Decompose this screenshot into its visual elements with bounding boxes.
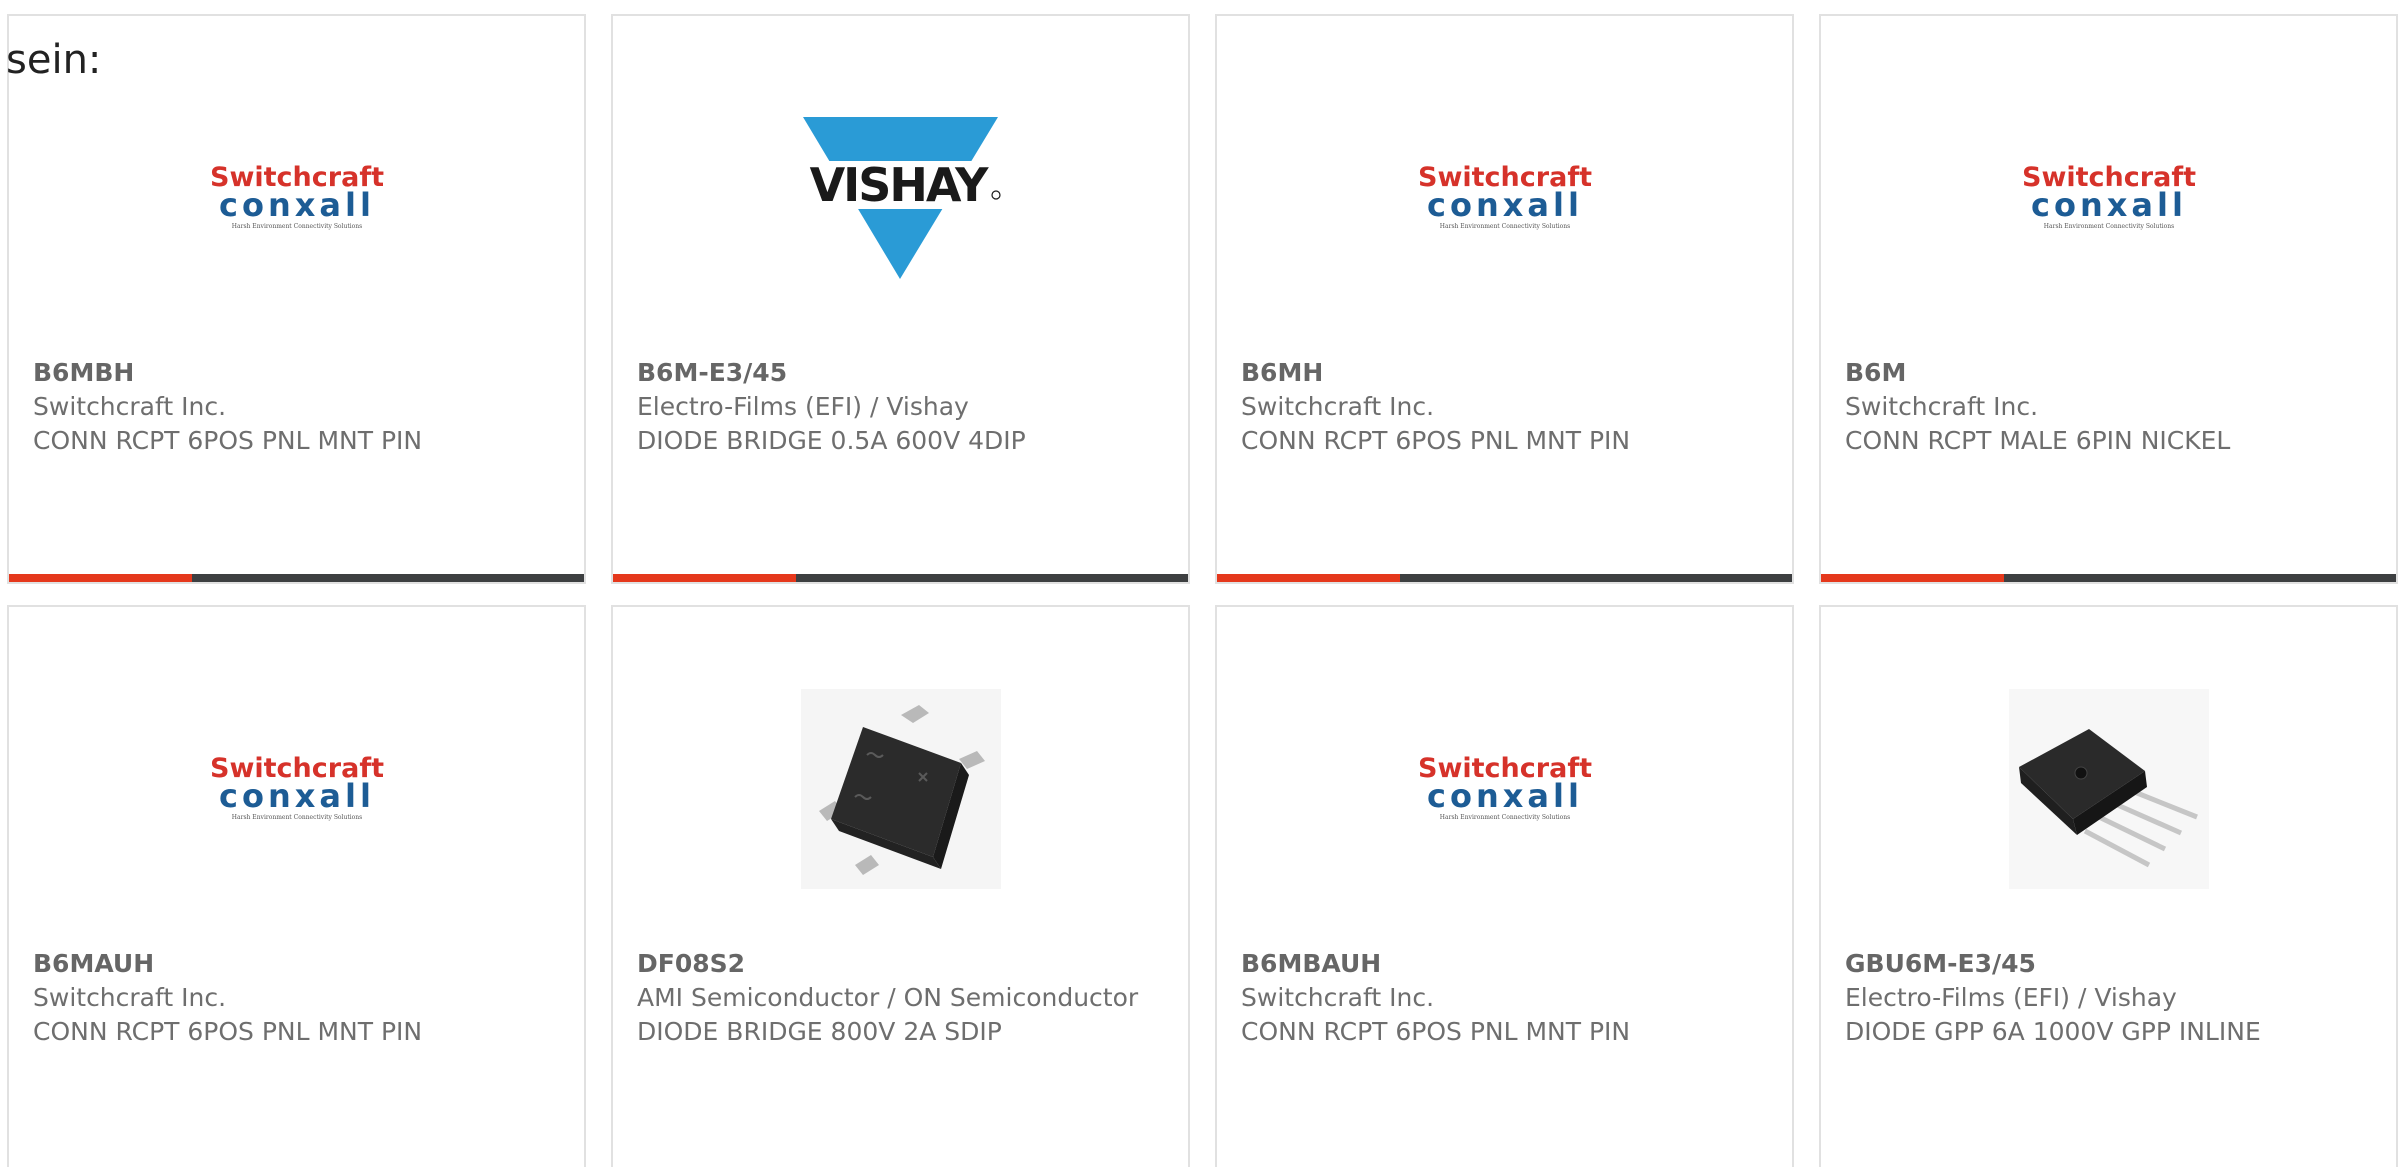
card-accent-bar (1821, 574, 2004, 582)
product-card[interactable]: Switchcraft conxall Harsh Environment Co… (7, 605, 586, 1167)
card-bottom-bar (613, 574, 1188, 582)
product-info: B6MBH Switchcraft Inc. CONN RCPT 6POS PN… (33, 356, 560, 458)
svg-text:Harsh Environment Connectivity: Harsh Environment Connectivity Solutions (1439, 814, 1569, 821)
switchcraft-conxall-logo: Switchcraft conxall Harsh Environment Co… (210, 162, 384, 230)
part-number[interactable]: GBU6M-E3/45 (1845, 947, 2372, 981)
product-image: Switchcraft conxall Harsh Environment Co… (9, 689, 584, 889)
page: Switchcraft conxall Harsh Environment Co… (0, 0, 2400, 1167)
svg-text:VISHAY: VISHAY (810, 158, 990, 212)
description: CONN RCPT 6POS PNL MNT PIN (1241, 1017, 1631, 1046)
description: DIODE GPP 6A 1000V GPP INLINE (1845, 1017, 2261, 1046)
part-number[interactable]: B6M-E3/45 (637, 356, 1164, 390)
svg-text:conxall: conxall (1427, 777, 1583, 815)
product-info: B6MBAUH Switchcraft Inc. CONN RCPT 6POS … (1241, 947, 1768, 1049)
card-bottom-bar (1217, 574, 1792, 582)
product-card[interactable]: Switchcraft conxall Harsh Environment Co… (7, 14, 586, 584)
product-card[interactable]: Switchcraft conxall Harsh Environment Co… (1215, 605, 1794, 1167)
card-bottom-bar (9, 574, 584, 582)
svg-text:conxall: conxall (219, 186, 375, 224)
product-info: B6M Switchcraft Inc. CONN RCPT MALE 6PIN… (1845, 356, 2372, 458)
card-accent-bar (1217, 574, 1400, 582)
part-number[interactable]: B6MBH (33, 356, 560, 390)
product-card[interactable]: DF08S2 AMI Semiconductor / ON Semiconduc… (611, 605, 1190, 1167)
svg-text:Harsh Environment Connectivity: Harsh Environment Connectivity Solutions (231, 814, 361, 821)
product-image (613, 689, 1188, 889)
svg-text:Harsh Environment Connectivity: Harsh Environment Connectivity Solutions (1439, 223, 1569, 230)
product-card[interactable]: Switchcraft conxall Harsh Environment Co… (1819, 14, 2398, 584)
description: CONN RCPT 6POS PNL MNT PIN (33, 1017, 423, 1046)
smd-bridge-chip-image (800, 689, 1001, 889)
inline-bridge-chip-image (2008, 689, 2209, 889)
product-image: Switchcraft conxall Harsh Environment Co… (1217, 689, 1792, 889)
manufacturer: Electro-Films (EFI) / Vishay (637, 392, 969, 421)
manufacturer: Switchcraft Inc. (1241, 983, 1435, 1012)
switchcraft-conxall-logo: Switchcraft conxall Harsh Environment Co… (2022, 162, 2196, 230)
description: CONN RCPT 6POS PNL MNT PIN (33, 426, 423, 455)
product-image: Switchcraft conxall Harsh Environment Co… (1217, 98, 1792, 298)
part-number[interactable]: B6MBAUH (1241, 947, 1768, 981)
switchcraft-conxall-logo: Switchcraft conxall Harsh Environment Co… (1418, 162, 1592, 230)
description: CONN RCPT MALE 6PIN NICKEL (1845, 426, 2231, 455)
manufacturer: Switchcraft Inc. (33, 392, 227, 421)
svg-text:conxall: conxall (1427, 186, 1583, 224)
switchcraft-conxall-logo: Switchcraft conxall Harsh Environment Co… (210, 753, 384, 821)
product-image (1821, 689, 2396, 889)
product-grid: Switchcraft conxall Harsh Environment Co… (7, 14, 2400, 1167)
product-image: Switchcraft conxall Harsh Environment Co… (1821, 98, 2396, 298)
product-card[interactable]: Switchcraft conxall Harsh Environment Co… (1215, 14, 1794, 584)
svg-text:Harsh Environment Connectivity: Harsh Environment Connectivity Solutions (231, 223, 361, 230)
description: DIODE BRIDGE 800V 2A SDIP (637, 1017, 1002, 1046)
product-info: B6M-E3/45 Electro-Films (EFI) / Vishay D… (637, 356, 1164, 458)
product-info: B6MH Switchcraft Inc. CONN RCPT 6POS PNL… (1241, 356, 1768, 458)
product-image: Switchcraft conxall Harsh Environment Co… (9, 98, 584, 298)
product-card[interactable]: VISHAY B6M-E3/45 Electro-Films (EFI) / V… (611, 14, 1190, 584)
part-number[interactable]: B6MH (1241, 356, 1768, 390)
manufacturer: Switchcraft Inc. (1241, 392, 1435, 421)
product-info: GBU6M-E3/45 Electro-Films (EFI) / Vishay… (1845, 947, 2372, 1049)
card-accent-bar (613, 574, 796, 582)
card-bottom-bar (1821, 574, 2396, 582)
manufacturer: Switchcraft Inc. (1845, 392, 2039, 421)
svg-text:Harsh Environment Connectivity: Harsh Environment Connectivity Solutions (2043, 223, 2173, 230)
switchcraft-conxall-logo: Switchcraft conxall Harsh Environment Co… (1418, 753, 1592, 821)
manufacturer: AMI Semiconductor / ON Semiconductor (637, 983, 1139, 1012)
svg-text:conxall: conxall (2031, 186, 2187, 224)
intro-text: sein: (6, 37, 102, 83)
manufacturer: Switchcraft Inc. (33, 983, 227, 1012)
description: DIODE BRIDGE 0.5A 600V 4DIP (637, 426, 1026, 455)
vishay-logo: VISHAY (798, 117, 1003, 279)
product-info: DF08S2 AMI Semiconductor / ON Semiconduc… (637, 947, 1164, 1049)
manufacturer: Electro-Films (EFI) / Vishay (1845, 983, 2177, 1012)
part-number[interactable]: B6M (1845, 356, 2372, 390)
product-card[interactable]: GBU6M-E3/45 Electro-Films (EFI) / Vishay… (1819, 605, 2398, 1167)
product-image: VISHAY (613, 98, 1188, 298)
svg-text:conxall: conxall (219, 777, 375, 815)
description: CONN RCPT 6POS PNL MNT PIN (1241, 426, 1631, 455)
product-info: B6MAUH Switchcraft Inc. CONN RCPT 6POS P… (33, 947, 560, 1049)
card-accent-bar (9, 574, 192, 582)
part-number[interactable]: B6MAUH (33, 947, 560, 981)
part-number[interactable]: DF08S2 (637, 947, 1164, 981)
